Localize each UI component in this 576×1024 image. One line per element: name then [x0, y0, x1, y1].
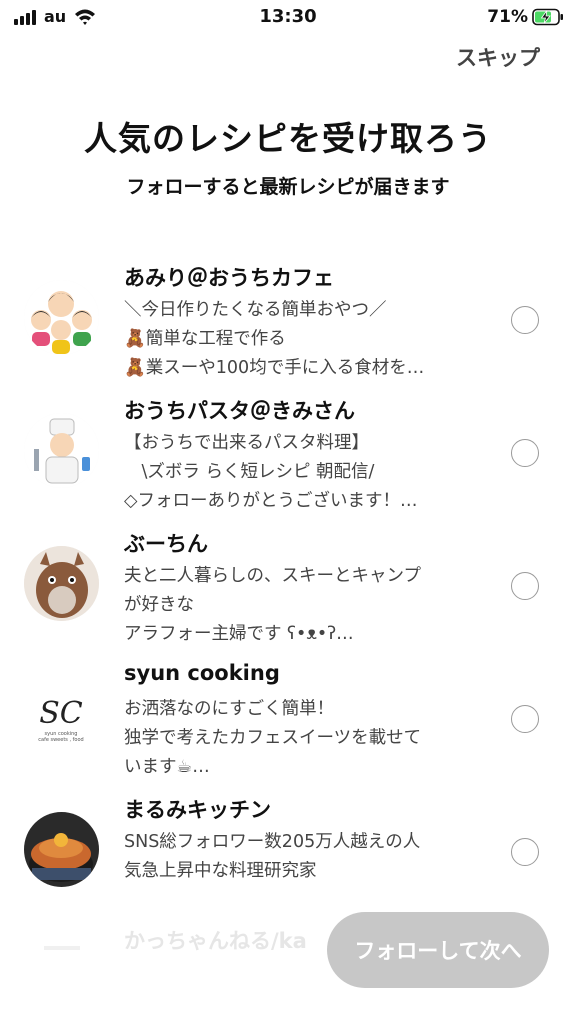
description-line: 🧸簡単な工程で作る: [124, 329, 286, 349]
faded-avatar: [24, 930, 99, 970]
description-line: ◇フォローありがとうございます！…: [124, 491, 418, 511]
description-line: アラフォー主婦です ʕ•ᴥ•ʔ…: [124, 624, 354, 644]
user-row[interactable]: まるみキッチン SNS総フォロワー数205万人越えの人 気急上昇中な料理研究家: [0, 790, 576, 923]
avatar: [24, 413, 99, 488]
user-name: おうちパスタ＠きみさん: [124, 399, 355, 423]
avatar: [24, 812, 99, 887]
sc-logo-icon: SC syun cooking cafe sweets , food: [24, 679, 99, 754]
user-row[interactable]: ぶーちん 夫と二人暮らしの、スキーとキャンプ が好きな アラフォー主婦です ʕ•…: [0, 524, 576, 657]
description-line: 【おうちで出来るパスタ料理】: [124, 433, 369, 453]
description-line: 🧸業スーや100均で手に入る食材を…: [124, 358, 425, 378]
page-subtitle: フォローすると最新レシピが届きます: [126, 176, 450, 198]
user-name: syun cooking: [124, 661, 280, 685]
faded-avatar-icon: [44, 946, 80, 950]
follow-next-button[interactable]: フォローして次へ: [327, 912, 549, 988]
description-line: 気急上昇中な料理研究家: [124, 861, 317, 881]
status-right: 71%: [487, 7, 564, 27]
family-illustration-icon: [24, 280, 99, 355]
chef-illustration-icon: [24, 413, 99, 488]
description-line: が好きな: [124, 595, 194, 615]
battery-charging-icon: [532, 8, 563, 26]
user-description: 夫と二人暮らしの、スキーとキャンプ が好きな アラフォー主婦です ʕ•ᴥ•ʔ…: [124, 562, 484, 649]
user-description: ＼今日作りたくなる簡単おやつ／ 🧸簡単な工程で作る 🧸業スーや100均で手に入る…: [124, 296, 484, 383]
description-line: います☕…: [124, 757, 210, 777]
avatar: [24, 546, 99, 621]
follow-radio-button[interactable]: [511, 572, 539, 600]
description-line: \ズボラ らく短レシピ 朝配信/: [124, 462, 375, 482]
user-row[interactable]: SC syun cooking cafe sweets , food syun …: [0, 657, 576, 790]
user-description: お洒落なのにすごく簡単！ 独学で考えたカフェスイーツを載せて います☕…: [124, 695, 484, 782]
follow-radio-button[interactable]: [511, 838, 539, 866]
description-line: 夫と二人暮らしの、スキーとキャンプ: [124, 566, 421, 586]
user-name: ぶーちん: [124, 532, 208, 556]
faded-user-name[interactable]: かっちゃんねる/ka: [124, 925, 307, 955]
user-name: あみり＠おうちカフェ: [124, 266, 334, 290]
description-line: SNS総フォロワー数205万人越えの人: [124, 832, 421, 852]
status-bar: au 13:30 71%: [0, 0, 576, 34]
totoro-cake-photo-icon: [24, 546, 99, 621]
follow-radio-button[interactable]: [511, 306, 539, 334]
user-description: SNS総フォロワー数205万人越えの人 気急上昇中な料理研究家: [124, 828, 484, 886]
avatar: [24, 280, 99, 355]
page-title: 人気のレシピを受け取ろう: [84, 119, 492, 158]
logo-caption: cafe sweets , food: [38, 737, 83, 743]
user-row[interactable]: あみり＠おうちカフェ ＼今日作りたくなる簡単おやつ／ 🧸簡単な工程で作る 🧸業ス…: [0, 258, 576, 391]
user-name: まるみキッチン: [124, 798, 271, 822]
skip-button[interactable]: スキップ: [456, 42, 540, 72]
user-description: 【おうちで出来るパスタ料理】 \ズボラ らく短レシピ 朝配信/ ◇フォローありが…: [124, 429, 484, 516]
user-list: あみり＠おうちカフェ ＼今日作りたくなる簡単おやつ／ 🧸簡単な工程で作る 🧸業ス…: [0, 258, 576, 923]
follow-radio-button[interactable]: [511, 439, 539, 467]
description-line: 独学で考えたカフェスイーツを載せて: [124, 728, 422, 748]
avatar: SC syun cooking cafe sweets , food: [24, 679, 99, 754]
description-line: お洒落なのにすごく簡単！: [124, 699, 335, 719]
logo-text: SC: [39, 696, 83, 731]
follow-radio-button[interactable]: [511, 705, 539, 733]
battery-percentage: 71%: [487, 7, 528, 27]
description-line: ＼今日作りたくなる簡単おやつ／: [124, 300, 387, 320]
user-row[interactable]: おうちパスタ＠きみさん 【おうちで出来るパスタ料理】 \ズボラ らく短レシピ 朝…: [0, 391, 576, 524]
rice-bowl-photo-icon: [24, 812, 99, 887]
